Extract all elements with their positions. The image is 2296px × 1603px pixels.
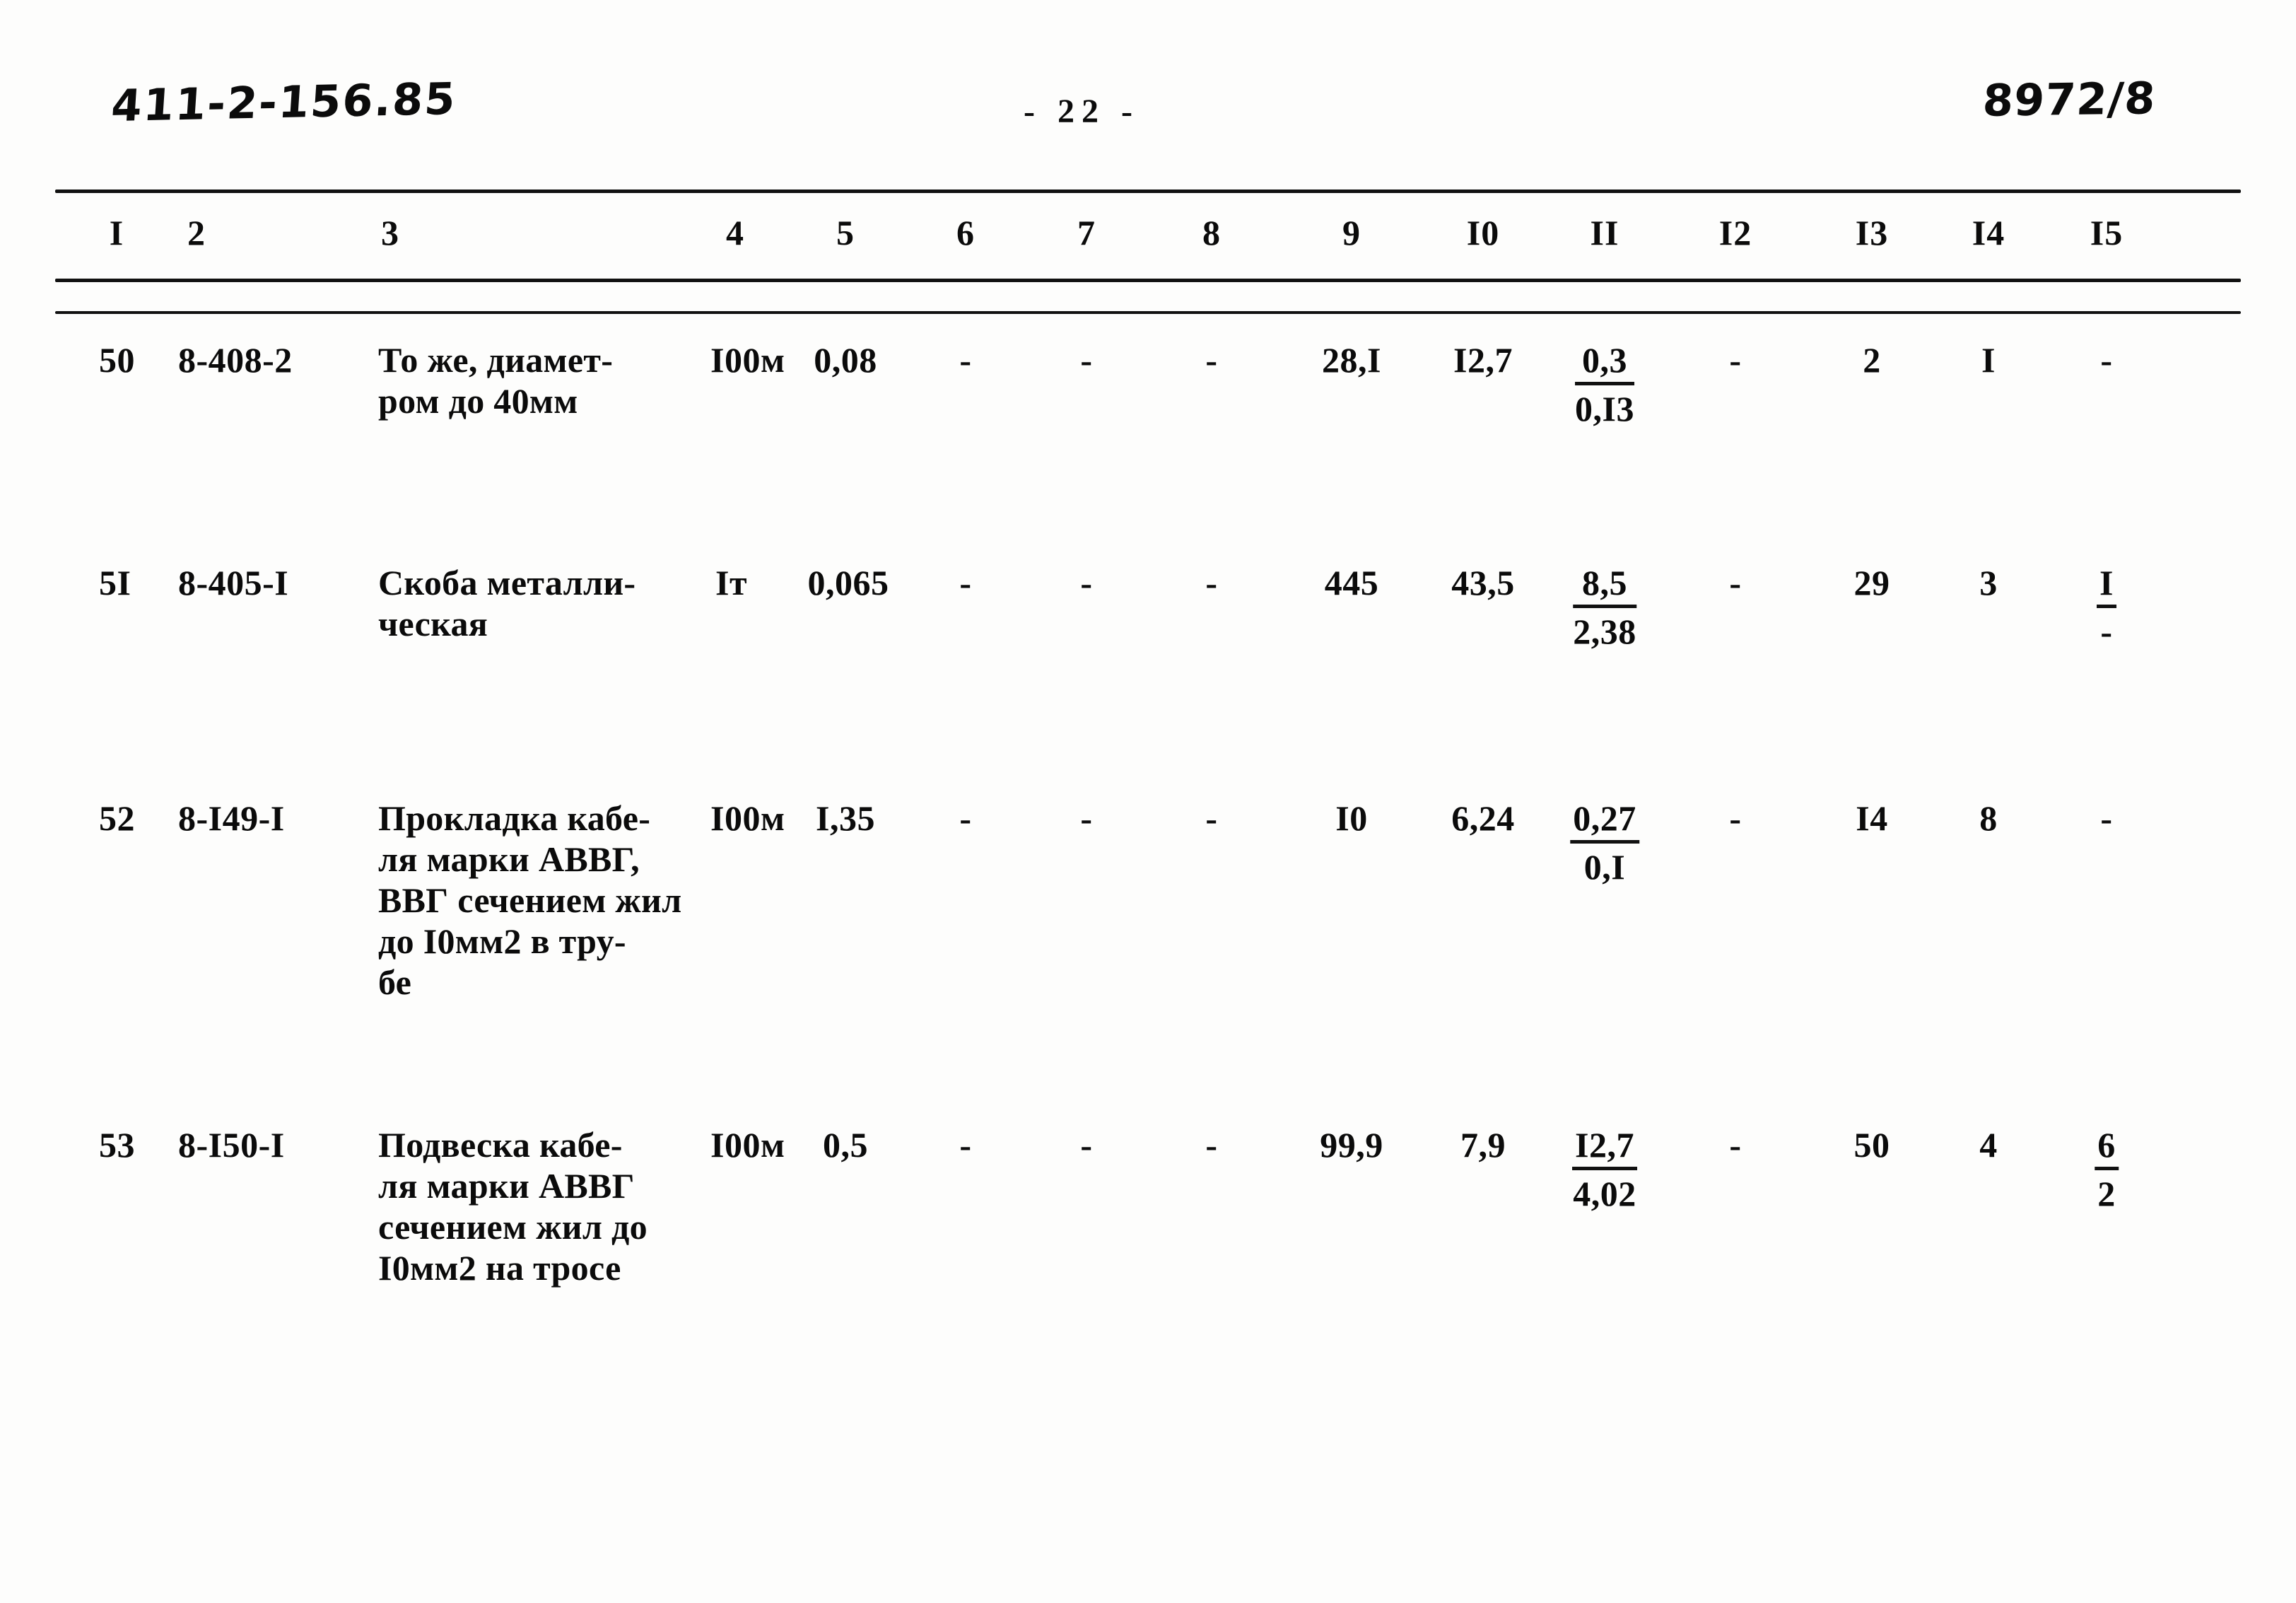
row-description: Скоба металли-ческая [378,563,636,643]
cell-col15: 6 2 [2095,1124,2119,1214]
cell-col14: 4 [1979,1125,1998,1165]
cell-col7: - [1080,340,1093,380]
row-number: 52 [99,798,135,838]
cell-col15: - [2100,340,2113,380]
column-number-8: 8 [1202,213,1221,252]
cell-col7: - [1080,563,1093,602]
row-number: 50 [99,340,135,380]
cell-col11-denominator: 0,I [1583,847,1626,887]
cell-col9: 28,I [1322,340,1381,380]
column-number-5: 5 [836,213,855,252]
cell-col11-denominator: 0,I3 [1575,389,1634,429]
cell-col5: I,35 [816,798,875,838]
row-number: 5I [99,563,131,602]
cell-col11: 0,3 0,I3 [1575,339,1634,429]
column-number-13: I3 [1855,213,1889,252]
cell-col14: I [1981,340,1996,380]
document-page: 411-2-156.85 - 22 - 8972/8 I 2 3 4 5 6 7… [0,0,2296,1603]
cell-col10: 43,5 [1451,563,1515,602]
cell-col8: - [1205,1125,1218,1165]
row-number: 53 [99,1125,135,1165]
cell-col12: - [1729,340,1742,380]
cell-col12: - [1729,1125,1742,1165]
row-code: 8-I49-I [178,798,285,838]
cell-col11-numerator: 8,5 [1573,562,1636,608]
cell-col13: 2 [1863,340,1881,380]
column-number-3: 3 [381,213,399,252]
cell-col13: I4 [1856,798,1888,838]
cell-col11-denominator: 4,02 [1573,1174,1636,1213]
cell-col5: 0,5 [823,1125,868,1165]
cell-col9: 99,9 [1320,1125,1383,1165]
column-number-2: 2 [187,213,206,252]
cell-col11: I2,7 4,02 [1572,1124,1637,1214]
cell-col9: I0 [1335,798,1368,838]
cell-col6: - [959,798,972,838]
row-code: 8-408-2 [178,340,293,380]
column-number-row: I 2 3 4 5 6 7 8 9 I0 II I2 I3 I4 I5 [0,212,2296,269]
cell-col7: - [1080,798,1093,838]
column-number-11: II [1590,213,1620,252]
cell-col11: 8,5 2,38 [1573,562,1636,652]
column-number-9: 9 [1342,213,1361,252]
cell-col14: 3 [1979,563,1998,602]
column-number-10: I0 [1466,213,1500,252]
column-number-4: 4 [726,213,744,252]
cell-col15-numerator: I [2097,562,2116,608]
cell-col11-numerator: I2,7 [1572,1124,1637,1170]
cell-col8: - [1205,340,1218,380]
row-code: 8-I50-I [178,1125,285,1165]
cell-col7: - [1080,1125,1093,1165]
cell-col5: 0,065 [807,563,889,602]
cell-col12: - [1729,563,1742,602]
cell-col13: 50 [1853,1125,1890,1165]
cell-col11: 0,27 0,I [1570,798,1639,887]
data-table: I 2 3 4 5 6 7 8 9 I0 II I2 I3 I4 I5 50 8… [0,0,2296,1603]
column-number-7: 7 [1077,213,1096,252]
cell-col11-denominator: 2,38 [1573,612,1636,651]
column-number-12: I2 [1718,213,1752,252]
row-description: Подвеска кабе-ля марки АВВГ сечением жил … [378,1125,648,1288]
cell-col8: - [1205,798,1218,838]
cell-col8: - [1205,563,1218,602]
cell-col14: 8 [1979,798,1998,838]
column-number-1: I [109,213,124,252]
cell-col10: 7,9 [1460,1125,1506,1165]
row-description: То же, диамет-ром до 40мм [378,340,614,421]
cell-col6: - [959,340,972,380]
cell-col9: 445 [1324,563,1379,602]
cell-col15-numerator: 6 [2095,1124,2119,1170]
cell-col15: I - [2097,562,2116,652]
cell-col12: - [1729,798,1742,838]
row-description: Прокладка кабе-ля марки АВВГ, ВВГ сечение… [378,798,682,1002]
cell-col10: 6,24 [1451,798,1515,838]
cell-col5: 0,08 [814,340,877,380]
cell-col15-denominator: - [2100,612,2113,651]
column-number-6: 6 [956,213,975,252]
row-unit: I00м [710,340,785,380]
cell-col10: I2,7 [1453,340,1513,380]
cell-col6: - [959,563,972,602]
cell-col15: - [2100,798,2113,838]
column-number-15: I5 [2090,213,2124,252]
cell-col6: - [959,1125,972,1165]
cell-col11-numerator: 0,27 [1570,798,1639,844]
row-unit: I00м [710,1125,785,1165]
row-unit: Iт [715,563,748,602]
cell-col13: 29 [1853,563,1890,602]
column-number-14: I4 [1972,213,2005,252]
row-unit: I00м [710,798,785,838]
cell-col11-numerator: 0,3 [1575,339,1634,385]
row-code: 8-405-I [178,563,289,602]
cell-col15-denominator: 2 [2097,1174,2116,1213]
